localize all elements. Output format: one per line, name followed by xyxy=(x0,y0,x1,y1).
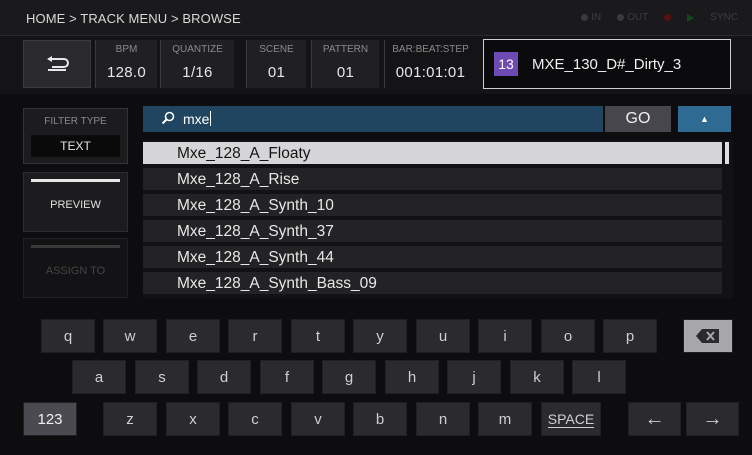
out-indicator: OUT xyxy=(617,12,648,23)
key-g[interactable]: g xyxy=(322,360,376,394)
position-value: 001:01:01 xyxy=(395,64,466,81)
quantize-label: QUANTIZE xyxy=(172,44,223,55)
position-label: BAR:BEAT:STEP xyxy=(392,44,469,55)
bpm-value: 128.0 xyxy=(106,64,147,81)
list-item[interactable]: Mxe_128_A_Synth_Bass_09 xyxy=(143,272,722,296)
left-arrow-key[interactable]: ← xyxy=(628,402,681,436)
key-m[interactable]: m xyxy=(478,402,532,436)
key-i[interactable]: i xyxy=(478,319,532,353)
list-item[interactable]: Mxe_128_A_Rise xyxy=(143,168,722,192)
pattern-field[interactable]: PATTERN 01 xyxy=(311,40,379,88)
key-n[interactable]: n xyxy=(416,402,470,436)
list-item-label: Mxe_128_A_Floaty xyxy=(177,145,311,162)
scene-label: SCENE xyxy=(259,44,294,55)
in-indicator-label: IN xyxy=(591,12,602,23)
key-q[interactable]: q xyxy=(41,319,95,353)
key-a[interactable]: a xyxy=(72,360,126,394)
filter-type-label: FILTER TYPE xyxy=(44,116,107,127)
assign-to-label: ASSIGN TO xyxy=(45,265,106,277)
search-query-text: mxe xyxy=(183,111,212,127)
browse-screen: HOME > TRACK MENU > BROWSE IN OUT SYNC B… xyxy=(0,0,752,455)
key-v[interactable]: v xyxy=(291,402,345,436)
key-z[interactable]: z xyxy=(103,402,157,436)
space-key-label: SPACE xyxy=(547,410,595,428)
quantize-field[interactable]: QUANTIZE 1/16 xyxy=(160,40,234,88)
pattern-label: PATTERN xyxy=(322,44,369,55)
key-t[interactable]: t xyxy=(291,319,345,353)
scene-field[interactable]: SCENE 01 xyxy=(246,40,306,88)
preview-label: PREVIEW xyxy=(50,199,101,211)
preview-indicator-bar xyxy=(31,179,120,182)
filter-type-selector[interactable]: FILTER TYPE TEXT xyxy=(23,108,128,164)
key-h[interactable]: h xyxy=(385,360,439,394)
key-b[interactable]: b xyxy=(353,402,407,436)
track-name: MXE_130_D#_Dirty_3 xyxy=(532,56,682,73)
list-item-label: Mxe_128_A_Synth_10 xyxy=(177,197,334,214)
list-item[interactable]: Mxe_128_A_Synth_10 xyxy=(143,194,722,218)
sync-indicator: SYNC xyxy=(710,12,738,23)
in-indicator: IN xyxy=(581,12,601,23)
filter-type-value: TEXT xyxy=(31,135,120,157)
key-p[interactable]: p xyxy=(603,319,657,353)
results-list[interactable]: Mxe_128_A_Floaty Mxe_128_A_Rise Mxe_128_… xyxy=(143,140,733,298)
list-item[interactable]: Mxe_128_A_Floaty xyxy=(143,142,722,166)
in-dot-icon xyxy=(581,14,589,21)
space-key[interactable]: SPACE xyxy=(541,402,601,436)
search-query: mxe xyxy=(183,111,210,127)
assign-to-button[interactable]: ASSIGN TO xyxy=(23,238,128,298)
backspace-key[interactable] xyxy=(683,319,733,353)
key-c[interactable]: c xyxy=(228,402,282,436)
key-e[interactable]: e xyxy=(166,319,220,353)
list-item[interactable]: Mxe_128_A_Synth_37 xyxy=(143,220,722,244)
play-icon xyxy=(687,13,695,22)
search-input[interactable]: mxe xyxy=(143,106,603,132)
bpm-label: BPM xyxy=(115,44,138,55)
out-indicator-label: OUT xyxy=(627,12,649,23)
key-x[interactable]: x xyxy=(166,402,220,436)
text-cursor xyxy=(210,111,212,126)
key-k[interactable]: k xyxy=(510,360,564,394)
list-item[interactable]: Mxe_128_A_Synth_44 xyxy=(143,246,722,270)
scroll-up-button[interactable]: ▲ xyxy=(678,106,731,132)
back-button[interactable] xyxy=(23,40,91,88)
quantize-value: 1/16 xyxy=(182,64,213,81)
preview-button[interactable]: PREVIEW xyxy=(23,172,128,232)
list-item-label: Mxe_128_A_Synth_37 xyxy=(177,223,334,240)
play-indicator xyxy=(687,12,695,23)
key-y[interactable]: y xyxy=(353,319,407,353)
numbers-key[interactable]: 123 xyxy=(23,402,77,436)
current-track: 13 MXE_130_D#_Dirty_3 xyxy=(483,39,731,89)
key-u[interactable]: u xyxy=(416,319,470,353)
list-item-label: Mxe_128_A_Synth_44 xyxy=(177,249,334,266)
rec-indicator xyxy=(664,12,672,23)
scene-value: 01 xyxy=(267,64,286,81)
assign-indicator-bar xyxy=(31,245,120,248)
search-icon xyxy=(161,111,175,125)
rec-dot-icon xyxy=(664,14,672,21)
key-s[interactable]: s xyxy=(135,360,189,394)
breadcrumb: HOME > TRACK MENU > BROWSE xyxy=(26,11,241,26)
sync-indicator-label: SYNC xyxy=(710,12,738,23)
key-j[interactable]: j xyxy=(447,360,501,394)
header-bar: HOME > TRACK MENU > BROWSE IN OUT SYNC xyxy=(0,0,752,36)
position-field: BAR:BEAT:STEP 001:01:01 xyxy=(384,40,476,88)
pattern-value: 01 xyxy=(336,64,355,81)
status-indicators: IN OUT SYNC xyxy=(581,12,738,23)
go-button[interactable]: GO xyxy=(605,106,671,132)
key-f[interactable]: f xyxy=(260,360,314,394)
key-o[interactable]: o xyxy=(541,319,595,353)
key-w[interactable]: w xyxy=(103,319,157,353)
back-arrow-icon xyxy=(47,56,69,71)
bpm-field[interactable]: BPM 128.0 xyxy=(95,40,157,88)
right-arrow-key[interactable]: → xyxy=(686,402,739,436)
list-item-label: Mxe_128_A_Synth_Bass_09 xyxy=(177,275,377,292)
track-number-badge: 13 xyxy=(494,52,518,76)
list-item-label: Mxe_128_A_Rise xyxy=(177,171,300,188)
key-d[interactable]: d xyxy=(197,360,251,394)
backspace-icon xyxy=(696,329,719,343)
out-dot-icon xyxy=(617,14,625,21)
key-r[interactable]: r xyxy=(228,319,282,353)
key-l[interactable]: l xyxy=(572,360,626,394)
list-scrollbar[interactable] xyxy=(725,142,729,164)
